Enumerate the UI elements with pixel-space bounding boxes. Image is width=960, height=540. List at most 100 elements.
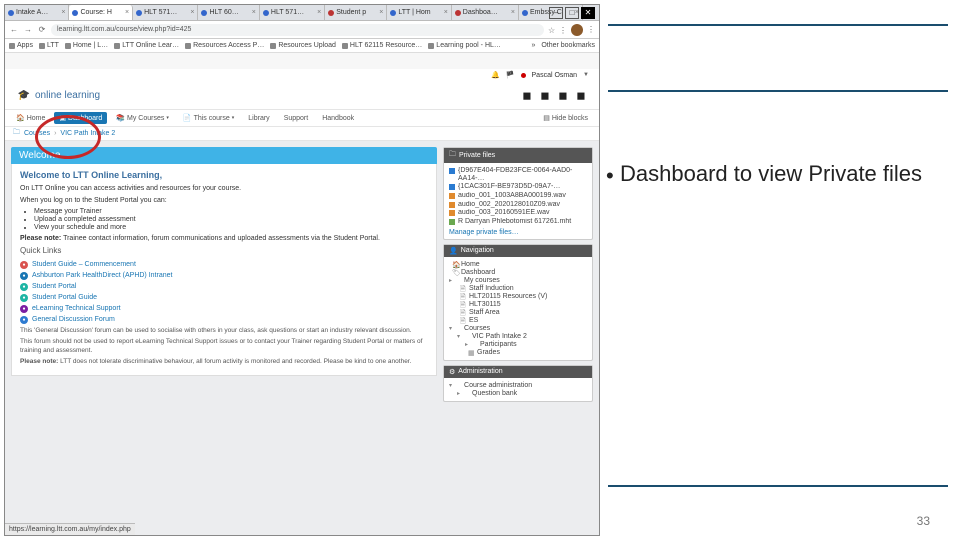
nav-reload-button[interactable]: ⟳ [37, 25, 47, 35]
hide-blocks-button[interactable]: ▤ Hide blocks [538, 112, 593, 124]
browser-tab[interactable]: Course: H× [69, 5, 133, 20]
nav-tree-item[interactable]: 🗎ES [449, 317, 587, 324]
extensions-icon[interactable]: ⋮ [559, 26, 567, 34]
bookmark-item[interactable]: HLT 62115 Resource… [342, 42, 422, 49]
profile-avatar[interactable] [571, 24, 583, 36]
private-file[interactable]: {1CAC301F-BE973D5D-09A7-… [449, 183, 587, 191]
nav-tree-item[interactable]: 🏠Home [449, 261, 587, 268]
instagram-icon[interactable]: ◼ [557, 89, 569, 101]
page-content: 🔔 🏴 Pascal Osman ▼ 🎓 online learning ◼ ◼… [5, 69, 599, 535]
private-file[interactable]: audio_001_1003A8BA000199.wav [449, 192, 587, 200]
nav-tree-item[interactable]: 🗎Staff Induction [449, 285, 587, 292]
private-file[interactable]: audio_002_2020128010Z09.wav [449, 201, 587, 209]
quick-link[interactable]: ●Student Portal Guide [20, 294, 428, 302]
slide-divider-mid [608, 90, 948, 92]
browser-status-bar: https://learning.ltt.com.au/my/index.php [5, 523, 135, 535]
welcome-li: Message your Trainer [34, 208, 428, 215]
nav-home[interactable]: 🏠 Home [11, 112, 50, 124]
slide-divider-top [608, 24, 948, 26]
site-logo[interactable]: 🎓 online learning [17, 88, 100, 102]
window-minimize-button[interactable]: – [549, 7, 563, 19]
browser-tab[interactable]: HLT 571…× [260, 5, 325, 20]
browser-tab[interactable]: HLT 571…× [133, 5, 198, 20]
quick-link[interactable]: ●eLearning Technical Support [20, 305, 428, 313]
folder-icon: 🗀 [13, 128, 20, 139]
breadcrumb-item[interactable]: VIC Path Intake 2 [60, 130, 115, 137]
url-input[interactable]: learning.ltt.com.au/course/view.php?id=4… [51, 24, 544, 36]
nav-tree-item[interactable]: 🗎HLT20115 Resources (V) [449, 293, 587, 300]
nav-tree-item[interactable]: ▦Grades [449, 349, 587, 356]
quick-link[interactable]: ●Student Portal [20, 283, 428, 291]
quick-link[interactable]: ●Student Guide – Commencement [20, 261, 428, 269]
browser-tab[interactable]: HLT 60…× [198, 5, 259, 20]
private-files-panel: 🗀 Private files {D967E404-FDB23FCE-0064-… [443, 147, 593, 240]
bookmark-item[interactable]: Resources Upload [270, 42, 336, 49]
notifications-icon[interactable]: 🔔 [491, 71, 500, 79]
notification-badge [521, 73, 526, 78]
quick-links-title: Quick Links [20, 246, 428, 256]
nav-back-button[interactable]: ← [9, 25, 19, 35]
user-name[interactable]: Pascal Osman [532, 72, 578, 79]
bookmark-item[interactable]: Learning pool - HL… [428, 42, 501, 49]
private-file[interactable]: audio_003_20160591EE.wav [449, 209, 587, 217]
nav-tree-item[interactable]: ▾Courses [449, 325, 587, 332]
user-menu-caret[interactable]: ▼ [583, 72, 589, 78]
browser-menu-button[interactable]: ⋮ [587, 25, 595, 34]
window-maximize-button[interactable]: □ [565, 7, 579, 19]
slide-bullet: • Dashboard to view Private files [620, 160, 940, 188]
nav-tree-item[interactable]: ▾VIC Path Intake 2 [449, 333, 587, 340]
browser-tab[interactable]: Intake A…× [5, 5, 69, 20]
breadcrumb: 🗀 Courses › VIC Path Intake 2 [5, 127, 599, 141]
bookmark-star-icon[interactable]: ☆ [548, 26, 556, 34]
administration-panel: ⚙ Administration ▾Course administration▸… [443, 365, 593, 402]
bookmark-item[interactable]: Resources Access P… [185, 42, 264, 49]
forum-desc-2: This forum should not be used to report … [20, 338, 428, 355]
nav-handbook[interactable]: Handbook [317, 113, 359, 124]
browser-tab[interactable]: Student p× [325, 5, 387, 20]
nav-library[interactable]: Library [243, 113, 274, 124]
administration-header: ⚙ Administration [444, 366, 592, 378]
nav-tree-item[interactable]: 🗎HLT30115 [449, 301, 587, 308]
nav-tree-item[interactable]: ▾Course administration [449, 382, 587, 389]
nav-support[interactable]: Support [279, 113, 314, 124]
nav-tree-item[interactable]: ▸My courses [449, 277, 587, 284]
private-file[interactable]: R Darryan Phlebotomist 617261.mht [449, 218, 587, 226]
nav-this-course[interactable]: 📄 This course ▾ [178, 112, 239, 124]
other-bookmarks[interactable]: » Other bookmarks [531, 42, 595, 49]
nav-forward-button[interactable]: → [23, 25, 33, 35]
nav-tree-item[interactable]: 🏷Dashboard [449, 269, 587, 276]
nav-tree-item[interactable]: 🗎Staff Area [449, 309, 587, 316]
settings-icon[interactable]: ◼ [575, 89, 587, 101]
address-bar: ← → ⟳ learning.ltt.com.au/course/view.ph… [5, 21, 599, 39]
quick-link[interactable]: ●General Discussion Forum [20, 316, 428, 324]
status-url: https://learning.ltt.com.au/my/index.php [9, 526, 131, 533]
breadcrumb-item[interactable]: Courses [24, 130, 50, 137]
navigation-header: 👤 Navigation [444, 245, 592, 257]
bookmark-item[interactable]: Apps [9, 42, 33, 49]
quick-link[interactable]: ●Ashburton Park HealthDirect (APHD) Intr… [20, 272, 428, 280]
private-files-header: 🗀 Private files [444, 148, 592, 163]
nav-dashboard[interactable]: ▣ Dashboard [54, 112, 107, 124]
browser-tab[interactable]: Dashboa…× [452, 5, 519, 20]
welcome-p2: When you log on to the Student Portal yo… [20, 196, 428, 205]
window-close-button[interactable]: ✕ [581, 7, 595, 19]
quick-links-list: ●Student Guide – Commencement ●Ashburton… [20, 261, 428, 367]
twitter-icon[interactable]: ◼ [539, 89, 551, 101]
nav-tree-item[interactable]: ▸Participants [449, 341, 587, 348]
main-nav: 🏠 Home ▣ Dashboard 📚 My Courses ▾ 📄 This… [5, 109, 599, 127]
bookmark-item[interactable]: Home | L… [65, 42, 108, 49]
nav-my-courses[interactable]: 📚 My Courses ▾ [111, 112, 174, 124]
bookmark-item[interactable]: LTT [39, 42, 59, 49]
manage-private-files-link[interactable]: Manage private files… [449, 229, 519, 236]
welcome-panel-header: Welcome [11, 147, 437, 164]
bookmark-item[interactable]: LTT Online Lear… [114, 42, 179, 49]
nav-tree-item[interactable]: ▸Question bank [449, 390, 587, 397]
browser-tab[interactable]: LTT | Hom× [387, 5, 451, 20]
site-header: 🎓 online learning ◼ ◼ ◼ ◼ [5, 81, 599, 109]
forum-desc-3: Please note: LTT does not tolerate discr… [20, 358, 428, 366]
messages-icon[interactable]: 🏴 [506, 71, 515, 79]
facebook-icon[interactable]: ◼ [521, 89, 533, 101]
site-brand-text: online learning [35, 90, 100, 101]
browser-window: – □ ✕ Intake A…× Course: H× HLT 571…× HL… [4, 4, 600, 536]
private-file[interactable]: {D967E404-FDB23FCE-0064-AAD0-AA14-… [449, 167, 587, 182]
